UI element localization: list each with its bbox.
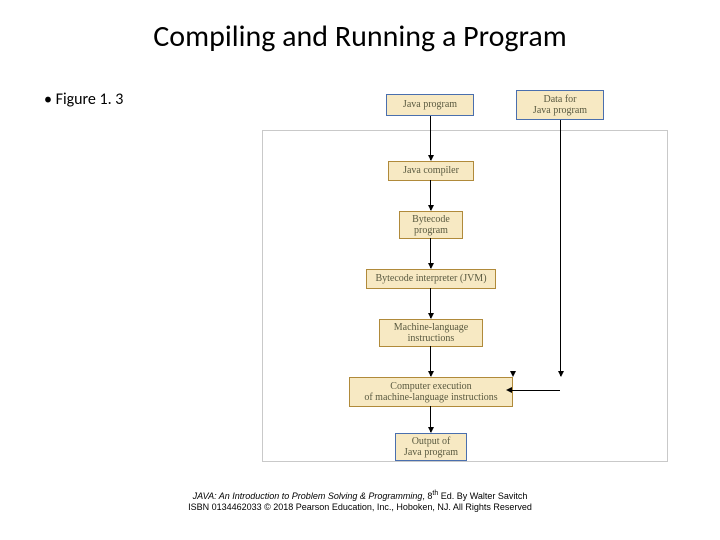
footer-line1: JAVA: An Introduction to Problem Solving…: [0, 489, 720, 503]
box-bytecode: Bytecode program: [399, 211, 463, 239]
box-interpreter: Bytecode interpreter (JVM): [366, 269, 496, 289]
arrow-2: [430, 180, 431, 210]
footer-line2: ISBN 0134462033 © 2018 Pearson Education…: [0, 502, 720, 514]
arrow-1: [430, 116, 431, 160]
arrow-data-head: [506, 387, 512, 393]
box-java-program: Java program: [386, 94, 474, 116]
box-execution: Computer execution of machine-language i…: [349, 377, 513, 407]
box-machine-lang: Machine-language instructions: [379, 319, 483, 347]
arrow-4: [430, 288, 431, 318]
box-output: Output of Java program: [395, 433, 467, 461]
box-compiler: Java compiler: [388, 161, 474, 181]
box-data-for: Data for Java program: [516, 90, 604, 120]
diagram-frame: Java compiler Bytecode program Bytecode …: [262, 130, 668, 462]
footer-book-title: JAVA: An Introduction to Problem Solving…: [193, 491, 423, 501]
footer: JAVA: An Introduction to Problem Solving…: [0, 489, 720, 514]
slide: Compiling and Running a Program Figure 1…: [0, 0, 720, 540]
arrow-data-horizontal: [512, 390, 560, 391]
arrow-3: [430, 238, 431, 268]
arrow-6: [430, 406, 431, 432]
arrow-data: [560, 120, 561, 376]
arrow-5: [430, 346, 431, 376]
bullet-figure: Figure 1. 3: [44, 90, 123, 109]
page-title: Compiling and Running a Program: [0, 18, 720, 55]
